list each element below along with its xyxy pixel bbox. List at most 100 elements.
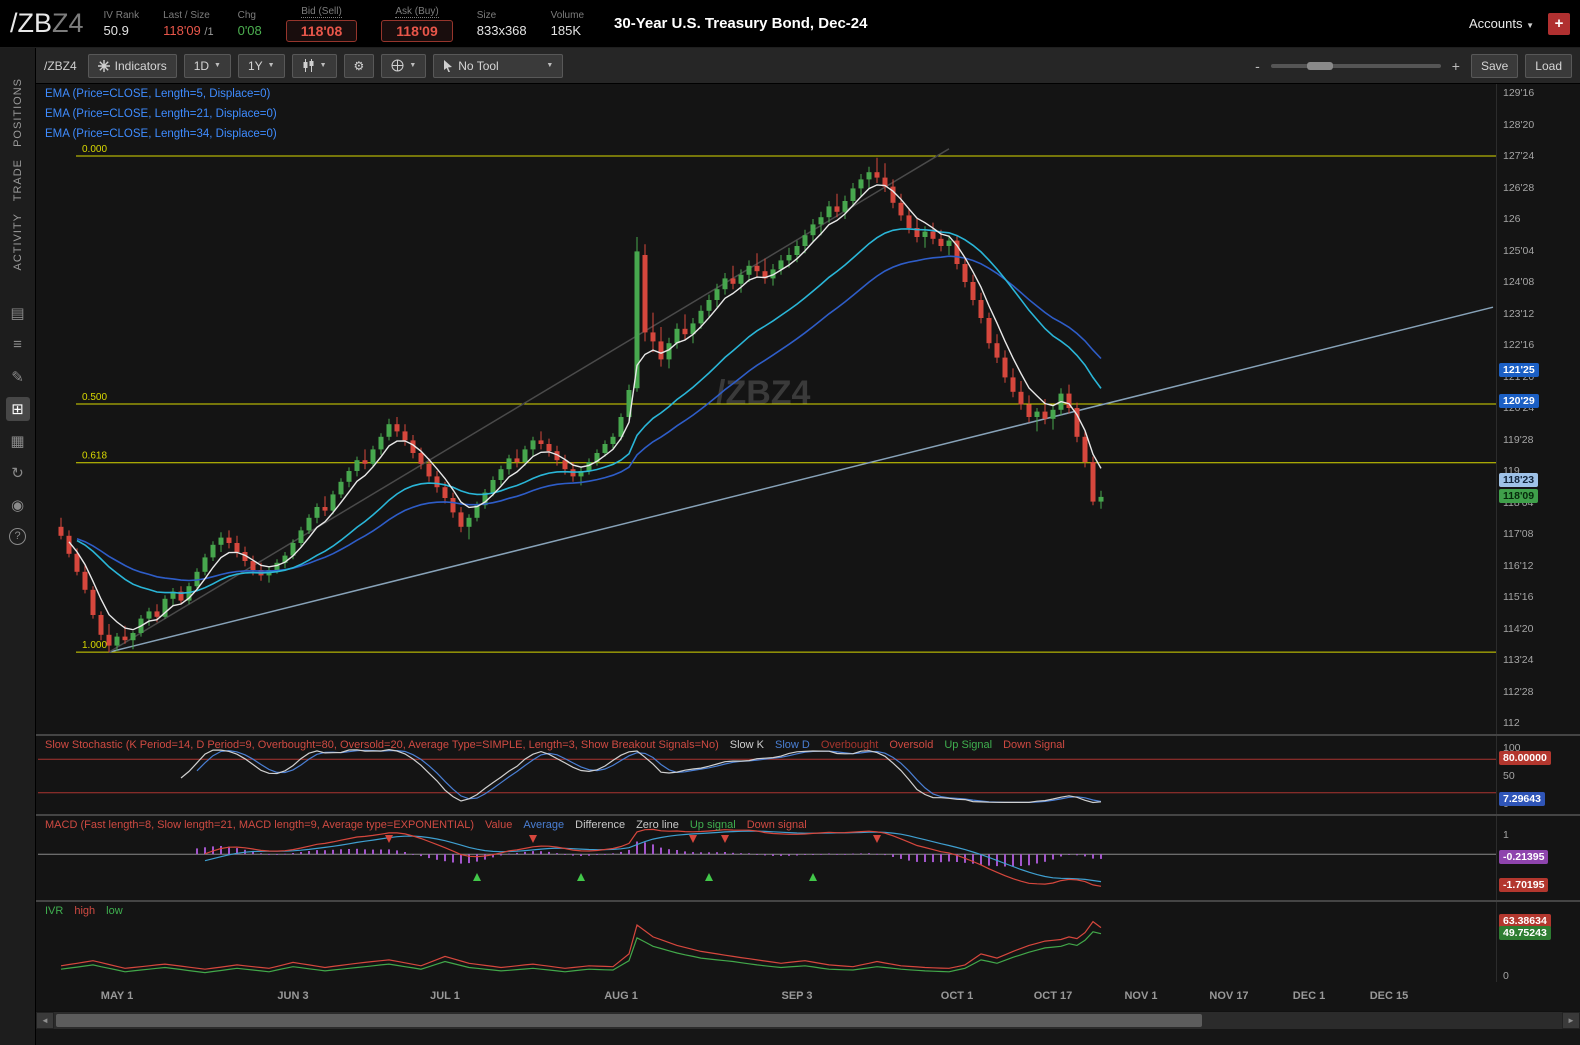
axis-badge: 7.29643	[1499, 792, 1545, 806]
tiles-icon[interactable]: ▦	[6, 429, 30, 453]
ask-button[interactable]: 118'09	[381, 20, 453, 42]
symbol-root: /ZB	[10, 8, 52, 38]
horizontal-scrollbar[interactable]: ◄ ►	[36, 1011, 1580, 1029]
cursor-icon	[443, 60, 453, 72]
add-tab-button[interactable]: +	[1548, 13, 1570, 35]
users-icon[interactable]: ◉	[6, 493, 30, 517]
history-icon[interactable]: ↻	[6, 461, 30, 485]
contract-title: 30-Year U.S. Treasury Bond, Dec-24	[614, 15, 867, 32]
legend-item: Slow Stochastic (K Period=14, D Period=9…	[45, 739, 719, 751]
axis-label: 112'28	[1503, 686, 1533, 698]
grid-layout-dropdown[interactable]: ▼	[381, 54, 426, 78]
trading-platform-window: /ZBZ4 IV Rank 50.9 Last / Size 118'09 /1…	[0, 0, 1580, 1045]
axis-label: 50	[1503, 770, 1515, 782]
chevron-down-icon: ▼	[268, 62, 275, 69]
time-axis-label: JUL 1	[419, 990, 471, 1002]
macd-axis[interactable]: 1-0.21395-1.70195	[1496, 816, 1580, 900]
help-icon[interactable]: ?	[9, 528, 26, 545]
ema-5-label[interactable]: EMA (Price=CLOSE, Length=5, Displace=0)	[45, 88, 277, 100]
range-dropdown[interactable]: 1Y ▼	[238, 54, 285, 78]
monitor-icon[interactable]: ▤	[6, 301, 30, 325]
sidebar-tab-positions[interactable]: POSITIONS	[12, 78, 24, 147]
axis-badge: 120'29	[1499, 394, 1539, 408]
legend-item: Value	[485, 819, 512, 831]
drawing-tool-dropdown[interactable]: No Tool ▼	[433, 54, 563, 78]
scroll-left-arrow[interactable]: ◄	[36, 1012, 54, 1029]
legend-item: Up signal	[690, 819, 736, 831]
sidebar-tab-activity[interactable]: ACTIVITY	[12, 213, 24, 271]
time-axis-label: SEP 3	[771, 990, 823, 1002]
axis-label: 127'24	[1503, 150, 1534, 162]
legend-item: high	[74, 905, 95, 917]
time-axis-label: JUN 3	[267, 990, 319, 1002]
ema-study-labels: EMA (Price=CLOSE, Length=5, Displace=0) …	[45, 88, 277, 148]
chg-value: 0'08	[238, 23, 262, 38]
scrollbar-thumb[interactable]	[56, 1014, 1202, 1027]
time-axis[interactable]: MAY 1JUN 3JUL 1AUG 1SEP 3OCT 1OCT 17NOV …	[36, 982, 1580, 1011]
svg-text:0.618: 0.618	[82, 451, 107, 462]
price-plot[interactable]: 0.0000.5000.6181.000	[36, 84, 1496, 734]
chevron-down-icon: ▼	[409, 62, 416, 69]
grid-icon[interactable]: ⊞	[6, 397, 30, 421]
load-button[interactable]: Load	[1525, 54, 1572, 78]
axis-label: 114'20	[1503, 623, 1533, 635]
chevron-down-icon: ▼	[320, 62, 327, 69]
last-size-field: Last / Size 118'09 /1	[163, 10, 213, 38]
indicators-button[interactable]: Indicators	[88, 54, 177, 78]
up-signal-arrow	[809, 873, 817, 881]
legend-item: Zero line	[636, 819, 679, 831]
slow-d-line	[197, 750, 1101, 802]
axis-badge: 118'09	[1499, 489, 1538, 503]
macd-legend: MACD (Fast length=8, Slow length=21, MAC…	[45, 819, 807, 831]
candlestick-style-icon	[302, 59, 315, 72]
axis-label: 128'20	[1503, 119, 1534, 131]
time-axis-label: OCT 1	[931, 990, 983, 1002]
chevron-down-icon: ▼	[546, 62, 553, 69]
zoom-in-button[interactable]: +	[1448, 58, 1464, 74]
accounts-dropdown[interactable]: Accounts ▼	[1469, 16, 1534, 31]
bid-label: Bid (Sell)	[301, 6, 342, 18]
time-axis-label: NOV 17	[1203, 990, 1255, 1002]
axis-label: 126	[1503, 213, 1521, 225]
chg-field: Chg 0'08	[238, 10, 262, 38]
zoom-out-button[interactable]: -	[1251, 58, 1264, 74]
save-button[interactable]: Save	[1471, 54, 1518, 78]
timeframe-dropdown[interactable]: 1D ▼	[184, 54, 231, 78]
order-list-icon[interactable]: ≡	[6, 333, 30, 357]
time-axis-label: DEC 1	[1283, 990, 1335, 1002]
price-axis[interactable]: 129'16128'20127'24126'28126125'04124'081…	[1496, 84, 1580, 734]
axis-label: 123'12	[1503, 308, 1534, 320]
sidebar-tabs: POSITIONS TRADE ACTIVITY	[12, 66, 24, 283]
chart-style-dropdown[interactable]: ▼	[292, 54, 337, 78]
bid-button[interactable]: 118'08	[286, 20, 358, 42]
axis-label: 126'28	[1503, 182, 1534, 194]
timeframe-value: 1D	[194, 59, 209, 73]
slow-k-line	[181, 750, 1101, 803]
zoom-slider-thumb[interactable]	[1307, 62, 1333, 70]
ema-21-label[interactable]: EMA (Price=CLOSE, Length=21, Displace=0)	[45, 108, 277, 120]
ask-field: Ask (Buy) 118'09	[381, 6, 453, 42]
volume-value: 185K	[551, 23, 581, 38]
notes-icon[interactable]: ✎	[6, 365, 30, 389]
axis-badge: -1.70195	[1499, 878, 1548, 892]
ivr-plot[interactable]	[36, 902, 1496, 982]
chevron-down-icon: ▼	[214, 62, 221, 69]
legend-item: Difference	[575, 819, 625, 831]
stochastic-panel: Slow Stochastic (K Period=14, D Period=9…	[36, 736, 1580, 814]
axis-label: 129'16	[1503, 87, 1534, 99]
chg-label: Chg	[238, 10, 256, 21]
legend-item: low	[106, 905, 123, 917]
scroll-right-arrow[interactable]: ►	[1562, 1012, 1580, 1029]
axis-label: 124'08	[1503, 276, 1534, 288]
legend-item: MACD (Fast length=8, Slow length=21, MAC…	[45, 819, 474, 831]
volume-label: Volume	[551, 10, 584, 21]
stochastic-axis[interactable]: 10050080.000007.29643	[1496, 736, 1580, 814]
chart-settings-button[interactable]: ⚙	[344, 54, 375, 78]
zoom-slider[interactable]	[1271, 64, 1441, 68]
scrollbar-track[interactable]	[54, 1012, 1562, 1029]
time-axis-label: MAY 1	[91, 990, 143, 1002]
ema-34-label[interactable]: EMA (Price=CLOSE, Length=34, Displace=0)	[45, 128, 277, 140]
axis-label: 119'28	[1503, 434, 1533, 446]
ivr-axis[interactable]: 063.3863449.75243	[1496, 902, 1580, 982]
sidebar-tab-trade[interactable]: TRADE	[12, 159, 24, 201]
